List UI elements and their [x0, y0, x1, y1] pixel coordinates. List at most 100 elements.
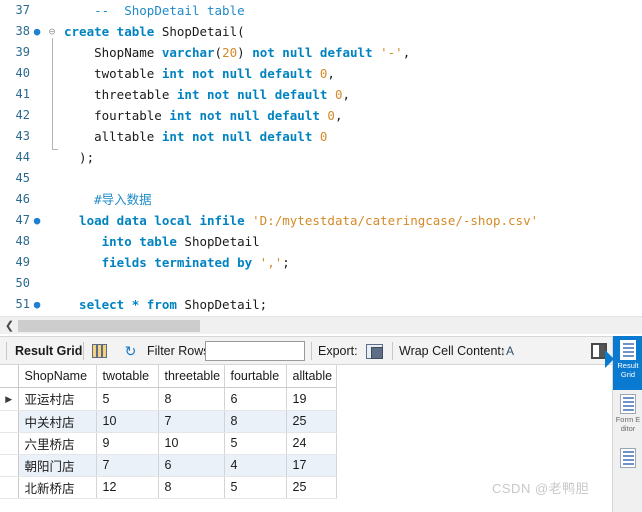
code-line[interactable]: 46 #导入数据	[0, 189, 642, 210]
code-line[interactable]: 41 threetable int not null default 0,	[0, 84, 642, 105]
row-selector-cell[interactable]	[0, 476, 19, 499]
table-cell[interactable]: 12	[96, 476, 159, 499]
table-cell[interactable]: 7	[96, 454, 159, 477]
table-cell[interactable]: 24	[286, 432, 337, 455]
line-number: 43	[15, 129, 30, 143]
code-line[interactable]: 51 ● select * from ShopDetail;	[0, 294, 642, 315]
code-line[interactable]: 44 );	[0, 147, 642, 168]
table-cell[interactable]: 17	[286, 454, 337, 477]
table-cell[interactable]: 5	[224, 432, 287, 455]
code-token: (	[214, 45, 223, 60]
code-text: fields terminated by ',';	[60, 252, 290, 273]
code-line[interactable]: 42 fourtable int not null default 0,	[0, 105, 642, 126]
statement-marker-icon[interactable]: ●	[30, 21, 44, 42]
filter-rows-input[interactable]	[205, 341, 305, 361]
column-header[interactable]: fourtable	[224, 365, 287, 388]
table-row[interactable]: 中关村店 10 7 8 25	[0, 410, 337, 433]
scrollbar-thumb[interactable]	[18, 320, 200, 332]
table-cell[interactable]: 10	[96, 410, 159, 433]
statement-marker-icon[interactable]: ●	[30, 210, 44, 231]
table-cell[interactable]: 7	[158, 410, 225, 433]
row-selector-cell[interactable]: ▶	[0, 387, 19, 411]
code-line[interactable]: 48 into table ShopDetail	[0, 231, 642, 252]
table-cell[interactable]: 6	[158, 454, 225, 477]
table-cell[interactable]: 8	[224, 410, 287, 433]
code-token: ','	[259, 255, 283, 270]
sql-code-editor[interactable]: 37 -- ShopDetail table 38 ● ⊖ create table S…	[0, 0, 642, 316]
code-line[interactable]: 38 ● ⊖ create table ShopDetail(	[0, 21, 642, 42]
code-token: ShopDetail(	[161, 24, 245, 39]
active-tab-pointer-icon	[605, 350, 614, 368]
column-header[interactable]: twotable	[96, 365, 159, 388]
code-line[interactable]: 40 twotable int not null default 0,	[0, 63, 642, 84]
side-tab-extra[interactable]	[613, 444, 642, 498]
row-selector-cell[interactable]	[0, 410, 19, 433]
table-cell[interactable]: 8	[158, 387, 225, 411]
code-token: create table	[64, 24, 162, 39]
table-cell[interactable]: 10	[158, 432, 225, 455]
code-text: fourtable int not null default 0,	[60, 105, 342, 126]
code-token: #导入数据	[94, 192, 152, 207]
result-side-panel: Result Grid Form Editor	[605, 336, 642, 512]
table-row[interactable]: ▶ 亚运村店 5 8 6 19	[0, 387, 337, 411]
table-cell[interactable]: 9	[96, 432, 159, 455]
table-cell[interactable]: 4	[224, 454, 287, 477]
column-header[interactable]: ShopName	[18, 365, 97, 388]
table-cell[interactable]: 8	[158, 476, 225, 499]
side-tab-result-grid[interactable]: Result Grid	[605, 336, 642, 390]
export-disk-icon[interactable]	[366, 344, 383, 359]
table-row[interactable]: 朝阳门店 7 6 4 17	[0, 454, 337, 477]
code-line[interactable]: 43 alltable int not null default 0	[0, 126, 642, 147]
editor-horizontal-scrollbar[interactable]: ❮	[0, 316, 642, 334]
scroll-left-chevron-icon[interactable]: ❮	[3, 319, 16, 333]
code-text: create table ShopDetail(	[60, 21, 245, 42]
code-line[interactable]: 50	[0, 273, 642, 294]
table-cell[interactable]: 北新桥店	[18, 476, 97, 499]
table-row[interactable]: 北新桥店 12 8 5 25	[0, 476, 337, 499]
fold-toggle-icon[interactable]: ⊖	[44, 21, 60, 42]
table-cell[interactable]: 5	[224, 476, 287, 499]
statement-marker-icon[interactable]: ●	[30, 294, 44, 315]
code-line[interactable]: 39 ShopName varchar(20) not null default…	[0, 42, 642, 63]
table-cell[interactable]: 19	[286, 387, 337, 411]
table-row[interactable]: 六里桥店 9 10 5 24	[0, 432, 337, 455]
line-number: 41	[15, 87, 30, 101]
code-token: )	[237, 45, 253, 60]
table-cell[interactable]: 6	[224, 387, 287, 411]
line-number: 49	[15, 255, 30, 269]
code-token: varchar	[161, 45, 215, 60]
row-selector-cell[interactable]	[0, 432, 19, 455]
table-cell[interactable]: 亚运村店	[18, 387, 97, 411]
line-number: 46	[15, 192, 30, 206]
table-cell[interactable]: 中关村店	[18, 410, 97, 433]
line-number: 42	[15, 108, 30, 122]
side-tab-form-editor[interactable]: Form Editor	[613, 390, 642, 444]
code-token: int not null default	[176, 87, 335, 102]
code-line[interactable]: 47 ● load data local infile 'D:/mytestdat…	[0, 210, 642, 231]
code-line[interactable]: 37 -- ShopDetail table	[0, 0, 642, 21]
table-cell[interactable]: 朝阳门店	[18, 454, 97, 477]
code-text: -- ShopDetail table	[60, 0, 245, 21]
column-header[interactable]: alltable	[286, 365, 337, 388]
code-line[interactable]: 45	[0, 168, 642, 189]
table-cell[interactable]: 六里桥店	[18, 432, 97, 455]
column-header[interactable]: threetable	[158, 365, 225, 388]
code-token: int not null default	[161, 129, 320, 144]
table-body: ▶ 亚运村店 5 8 6 19 中关村店 10 7 8 25 六里桥店 9 10 5 24 朝阳门店 7 6 4 17 北…	[0, 387, 337, 499]
wrap-cell-icon[interactable]: ↕A	[499, 343, 515, 359]
code-line[interactable]: 49 fields terminated by ',';	[0, 252, 642, 273]
code-token: int not null default	[169, 108, 328, 123]
table-cell[interactable]: 25	[286, 476, 337, 499]
code-text: select * from ShopDetail;	[60, 294, 267, 315]
table-cell[interactable]: 5	[96, 387, 159, 411]
panel-icon	[620, 448, 636, 468]
table-cell[interactable]: 25	[286, 410, 337, 433]
row-selector-cell[interactable]	[0, 454, 19, 477]
refresh-icon[interactable]: ↻	[123, 344, 138, 358]
line-number: 50	[15, 276, 30, 290]
code-token: 0	[319, 129, 328, 144]
grid-icon[interactable]	[92, 344, 107, 358]
code-token: alltable	[64, 129, 162, 144]
result-grid-icon	[620, 340, 636, 360]
